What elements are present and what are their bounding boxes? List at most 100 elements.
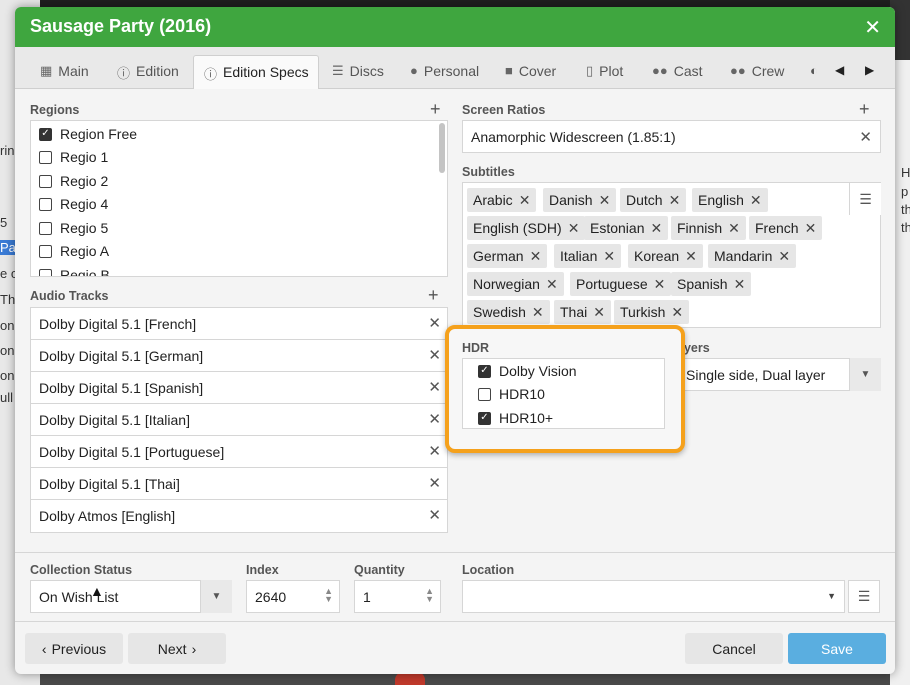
stepper-icon[interactable]: ▲ ▼ — [324, 587, 333, 604]
add-audio-track-icon[interactable]: + — [428, 285, 439, 306]
audio-track-label: Dolby Digital 5.1 [French] — [39, 316, 197, 332]
region-option[interactable]: Regio 2 — [39, 173, 108, 189]
chip-label: Finnish — [677, 220, 723, 236]
remove-icon[interactable]: ✕ — [428, 346, 441, 364]
chip-label: Thai — [560, 304, 588, 320]
remove-icon[interactable]: ✕ — [519, 192, 531, 208]
region-option[interactable]: Regio 4 — [39, 196, 108, 212]
save-button-label: Save — [821, 640, 853, 657]
tab-scroll-left-icon[interactable]: ◀ — [835, 63, 844, 77]
save-button[interactable]: Save — [788, 633, 886, 664]
chip-label: English (SDH) — [473, 220, 562, 236]
checkbox[interactable] — [39, 174, 52, 188]
screen-ratio-value: Anamorphic Widescreen (1.85:1) — [471, 129, 676, 145]
list-icon[interactable]: ☰ — [848, 580, 880, 613]
remove-icon[interactable]: ✕ — [654, 276, 666, 292]
list-icon[interactable]: ☰ — [849, 183, 881, 215]
checkbox-checked[interactable]: ✓ — [39, 127, 52, 141]
remove-icon[interactable]: ✕ — [428, 410, 441, 428]
tab-cast[interactable]: ●● Cast — [642, 55, 713, 89]
checkbox[interactable] — [478, 387, 491, 401]
next-button[interactable]: Next › — [128, 633, 226, 664]
stepper-icon[interactable]: ▲ ▼ — [425, 587, 434, 604]
remove-icon[interactable]: ✕ — [603, 248, 615, 264]
chip-label: Swedish — [473, 304, 526, 320]
regions-scrollbar[interactable] — [439, 123, 445, 173]
remove-icon[interactable]: ✕ — [750, 192, 762, 208]
region-option[interactable]: ✓ Region Free — [39, 126, 137, 142]
checkbox[interactable] — [39, 244, 52, 258]
hdr-option[interactable]: ✓ Dolby Vision — [478, 363, 577, 379]
tab-cover[interactable]: ■ Cover — [495, 55, 566, 89]
remove-icon[interactable]: ✕ — [650, 220, 662, 236]
background-text: H — [901, 165, 910, 180]
location-select[interactable]: ▼ — [462, 580, 845, 613]
remove-icon[interactable]: ✕ — [532, 304, 544, 320]
collection-status-value: On Wish List — [39, 589, 119, 605]
region-option[interactable]: Regio 1 — [39, 149, 108, 165]
chip-label: Portuguese — [576, 276, 648, 292]
checkbox[interactable] — [39, 268, 52, 276]
subtitle-chip: German ✕ — [467, 244, 548, 268]
remove-icon[interactable]: ✕ — [428, 442, 441, 460]
chevron-down-icon[interactable]: ▼ — [849, 358, 881, 391]
hdr-option[interactable]: HDR10 — [478, 386, 545, 402]
remove-icon[interactable]: ✕ — [734, 276, 746, 292]
index-label: Index — [246, 563, 279, 577]
remove-icon[interactable]: ✕ — [805, 220, 817, 236]
remove-icon[interactable]: ✕ — [728, 220, 740, 236]
tab-label: Plot — [599, 63, 624, 79]
chevron-left-icon: ‹ — [41, 640, 47, 657]
region-option[interactable]: Regio B — [39, 267, 110, 276]
chevron-down-icon[interactable]: ▼ — [827, 591, 836, 601]
tab-plot[interactable]: ▯ Plot — [576, 55, 633, 89]
tab-label: Crew — [751, 63, 785, 79]
background-text: Th — [0, 292, 16, 307]
cancel-button[interactable]: Cancel — [685, 633, 783, 664]
subtitles-box[interactable]: ☰ Arabic ✕ Danish ✕ Dutch ✕ English ✕ Englis… — [462, 182, 881, 328]
remove-icon[interactable]: ✕ — [778, 248, 790, 264]
add-screen-ratio-icon[interactable]: + — [859, 99, 870, 120]
subtitle-chip: Italian ✕ — [554, 244, 622, 268]
remove-icon[interactable]: ✕ — [428, 378, 441, 396]
remove-icon[interactable]: ✕ — [599, 192, 611, 208]
chip-label: Mandarin — [714, 248, 773, 264]
remove-icon[interactable]: ✕ — [530, 248, 542, 264]
checkbox[interactable] — [39, 197, 52, 211]
remove-icon[interactable]: ✕ — [685, 248, 697, 264]
tab-edition-specs[interactable]: ⓘ Edition Specs — [193, 55, 319, 89]
regions-list[interactable]: ✓ Region Free Regio 1 Regio 2 Regio 4 Re… — [30, 120, 448, 277]
remove-icon[interactable]: ✕ — [859, 128, 872, 146]
subtitle-chip: French ✕ — [749, 216, 823, 240]
remove-icon[interactable]: ✕ — [669, 192, 681, 208]
remove-icon[interactable]: ✕ — [671, 304, 683, 320]
chevron-down-icon[interactable]: ▼ — [200, 580, 232, 613]
remove-icon[interactable]: ✕ — [428, 506, 441, 524]
region-option-label: Regio 5 — [60, 220, 109, 236]
region-option[interactable]: Regio A — [39, 243, 109, 259]
remove-icon[interactable]: ✕ — [428, 314, 441, 332]
tab-main[interactable]: ▦ Main — [30, 55, 99, 89]
region-option[interactable]: Regio 5 — [39, 220, 108, 236]
previous-button[interactable]: ‹ Previous — [25, 633, 123, 664]
remove-icon[interactable]: ✕ — [546, 276, 558, 292]
checkbox[interactable] — [39, 150, 52, 164]
tab-edition[interactable]: ⓘ Edition — [107, 55, 189, 89]
remove-icon[interactable]: ✕ — [568, 220, 580, 236]
checkbox-checked[interactable]: ✓ — [478, 364, 491, 378]
checkbox-checked[interactable]: ✓ — [478, 411, 491, 425]
tab-personal[interactable]: ● Personal — [400, 55, 489, 89]
subtitle-chip: Estonian ✕ — [584, 216, 669, 240]
add-region-icon[interactable]: + — [430, 99, 441, 120]
remove-icon[interactable]: ✕ — [593, 304, 605, 320]
tab-discs[interactable]: ☰ Discs — [322, 55, 394, 89]
close-icon[interactable]: ✕ — [864, 15, 881, 40]
hdr-option[interactable]: ✓ HDR10+ — [478, 410, 553, 426]
remove-icon[interactable]: ✕ — [428, 474, 441, 492]
checkbox[interactable] — [39, 221, 52, 235]
tab-scroll-right-icon[interactable]: ▶ — [865, 63, 874, 77]
tab-crew[interactable]: ●● Crew — [720, 55, 794, 89]
index-input[interactable]: 2640 ▲ ▼ — [246, 580, 340, 613]
chevron-right-icon: › — [191, 640, 197, 657]
quantity-input[interactable]: 1 ▲ ▼ — [354, 580, 441, 613]
